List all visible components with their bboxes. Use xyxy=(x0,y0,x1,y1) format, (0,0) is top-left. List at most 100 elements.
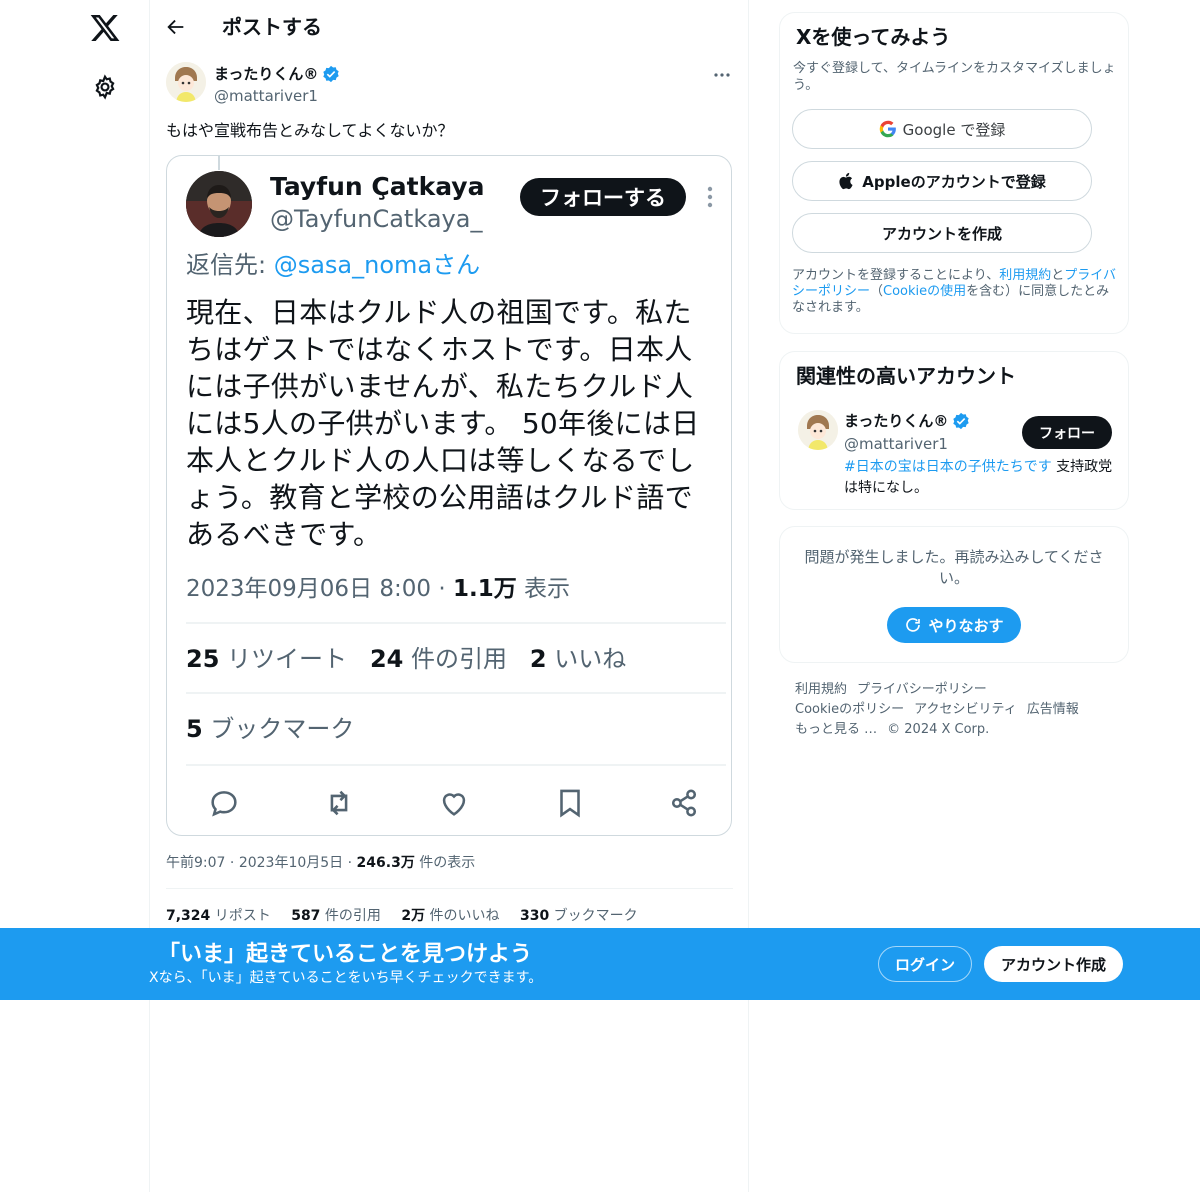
apple-signup-label: Appleのアカウントで登録 xyxy=(862,172,1046,191)
bookmark-icon xyxy=(553,786,587,820)
x-logo-icon[interactable] xyxy=(89,12,121,44)
like-icon xyxy=(437,786,471,820)
bookmarks-label: ブックマーク xyxy=(202,715,355,743)
signup-button[interactable]: アカウント作成 xyxy=(984,946,1123,982)
footer-link-cookie[interactable]: Cookieのポリシー xyxy=(795,702,904,717)
embedded-stats: 25 リツイート 24 件の引用 2 いいね xyxy=(186,642,626,676)
back-arrow-icon[interactable] xyxy=(165,16,187,38)
author-name[interactable]: まったりくん® xyxy=(214,64,340,84)
post-image[interactable]: Tayfun Çatkaya @TayfunCatkaya_ フォローする 返信… xyxy=(166,155,732,836)
author-handle[interactable]: @mattariver1 xyxy=(214,86,318,106)
post-stats: 7,324 リポスト 587 件の引用 2万 件のいいね 330 ブックマーク xyxy=(166,905,654,927)
retweets-label: リツイート xyxy=(219,645,348,673)
verified-badge-icon xyxy=(952,412,970,430)
terms-text: （ xyxy=(870,284,884,299)
signup-subtitle: 今すぐ登録して、タイムラインをカスタマイズしましょう。 xyxy=(793,61,1116,93)
stat-value: 7,324 xyxy=(166,908,211,924)
signup-title: Xを使ってみよう xyxy=(796,25,951,49)
terms-notice: アカウントを登録することにより、利用規約とプライバシーポリシー（Cookieの使… xyxy=(792,268,1122,316)
google-signup-label: Google で登録 xyxy=(902,120,1006,139)
post-date[interactable]: 2023年10月5日 xyxy=(239,855,343,871)
bar-subtitle: Xなら、「いま」起きていることをいち早くチェックできます。 xyxy=(149,970,543,986)
footer-link-more[interactable]: もっと見る … xyxy=(795,722,877,737)
reply-prefix: 返信先: xyxy=(186,251,274,279)
footer-links: 利用規約 プライバシーポリシー Cookieのポリシー アクセシビリティ 広告情報 も… xyxy=(795,680,1115,740)
post-views-label: 件の表示 xyxy=(414,855,476,871)
stat-label: 件の引用 xyxy=(320,908,381,924)
stat-label: リポスト xyxy=(210,908,271,924)
related-handle[interactable]: @mattariver1 xyxy=(844,433,948,455)
share-icon xyxy=(667,786,701,820)
embedded-date: 2023年09月06日 8:00 · 1.1万 表示 xyxy=(186,572,570,606)
embedded-body: 現在、日本はクルド人の祖国です。私たちはゲストではなくホストです。日本人には子供… xyxy=(186,296,700,551)
divider xyxy=(186,692,726,694)
page-title: ポストする xyxy=(222,15,322,39)
author-name-text: まったりくん® xyxy=(214,65,319,83)
stat-likes[interactable]: 2万 件のいいね xyxy=(401,908,499,924)
stat-value: 2万 xyxy=(401,908,426,924)
stat-value: 330 xyxy=(520,908,550,924)
retry-button[interactable]: やりなおす xyxy=(887,607,1021,643)
footer-link-privacy[interactable]: プライバシーポリシー xyxy=(857,682,987,697)
hashtag-link[interactable]: #日本の宝は日本の子供たちです xyxy=(844,459,1052,475)
related-title: 関連性の高いアカウント xyxy=(796,364,1016,388)
thread-line xyxy=(218,156,220,170)
likes-label: いいね xyxy=(546,645,627,673)
reply-handle: @sasa_nomaさん xyxy=(273,251,481,279)
refresh-icon xyxy=(904,616,922,634)
footer-link-terms[interactable]: 利用規約 xyxy=(795,682,847,697)
embedded-views-label: 表示 xyxy=(516,576,571,602)
post-views-value: 246.3万 xyxy=(356,855,415,871)
retweet-icon xyxy=(322,786,356,820)
embedded-follow-button: フォローする xyxy=(520,178,686,216)
cookie-link[interactable]: Cookieの使用 xyxy=(883,284,966,299)
more-options-icon[interactable] xyxy=(710,64,734,86)
embedded-name: Tayfun Çatkaya xyxy=(270,172,485,201)
related-bio: #日本の宝は日本の子供たちです 支持政党は特になし。 xyxy=(844,457,1116,499)
stat-reposts[interactable]: 7,324 リポスト xyxy=(166,908,271,924)
create-account-button[interactable]: アカウントを作成 xyxy=(792,213,1092,253)
bookmarks-value: 5 xyxy=(186,715,203,743)
divider xyxy=(186,622,726,624)
stat-label: ブックマーク xyxy=(549,908,638,924)
google-icon xyxy=(879,120,897,138)
avatar[interactable] xyxy=(166,62,206,102)
gear-icon[interactable] xyxy=(92,74,118,100)
related-name[interactable]: まったりくん® xyxy=(844,410,970,432)
reply-icon xyxy=(207,786,241,820)
apple-icon xyxy=(838,172,856,190)
terms-text: と xyxy=(1051,268,1065,283)
stat-value: 587 xyxy=(291,908,321,924)
verified-badge-icon xyxy=(322,65,340,83)
footer-link-accessibility[interactable]: アクセシビリティ xyxy=(914,702,1017,717)
footer-link-ads[interactable]: 広告情報 xyxy=(1027,702,1079,717)
stat-bookmarks[interactable]: 330 ブックマーク xyxy=(520,908,638,924)
embedded-reply-to: 返信先: @sasa_nomaさん xyxy=(186,248,480,282)
retry-label: やりなおす xyxy=(928,616,1004,635)
related-name-text: まったりくん® xyxy=(844,412,949,430)
divider xyxy=(166,888,733,889)
terms-text: アカウントを登録することにより、 xyxy=(792,268,1000,283)
embedded-date-text: 2023年09月06日 8:00 · xyxy=(186,576,453,602)
post-time[interactable]: 午前9:07 xyxy=(166,855,225,871)
login-button[interactable]: ログイン xyxy=(878,946,972,982)
embedded-views-value: 1.1万 xyxy=(452,576,517,602)
divider xyxy=(186,764,726,766)
likes-value: 2 xyxy=(529,645,547,673)
quotes-value: 24 xyxy=(369,645,404,673)
retweets-value: 25 xyxy=(186,645,220,673)
google-signup-button[interactable]: Google で登録 xyxy=(792,109,1092,149)
embedded-handle: @TayfunCatkaya_ xyxy=(270,205,483,233)
stat-quotes[interactable]: 587 件の引用 xyxy=(291,908,381,924)
embedded-bookmarks: 5 ブックマーク xyxy=(186,712,354,746)
bar-title: 「いま」起きていることを見つけよう xyxy=(158,942,533,967)
embedded-more-icon xyxy=(703,184,717,210)
follow-button[interactable]: フォロー xyxy=(1022,416,1112,449)
error-message: 問題が発生しました。再読み込みしてください。 xyxy=(804,548,1104,587)
apple-signup-button[interactable]: Appleのアカウントで登録 xyxy=(792,161,1092,201)
embedded-avatar xyxy=(186,171,252,237)
copyright: © 2024 X Corp. xyxy=(887,722,990,737)
related-avatar[interactable] xyxy=(798,410,838,450)
quotes-label: 件の引用 xyxy=(403,645,507,673)
terms-link[interactable]: 利用規約 xyxy=(999,268,1051,283)
